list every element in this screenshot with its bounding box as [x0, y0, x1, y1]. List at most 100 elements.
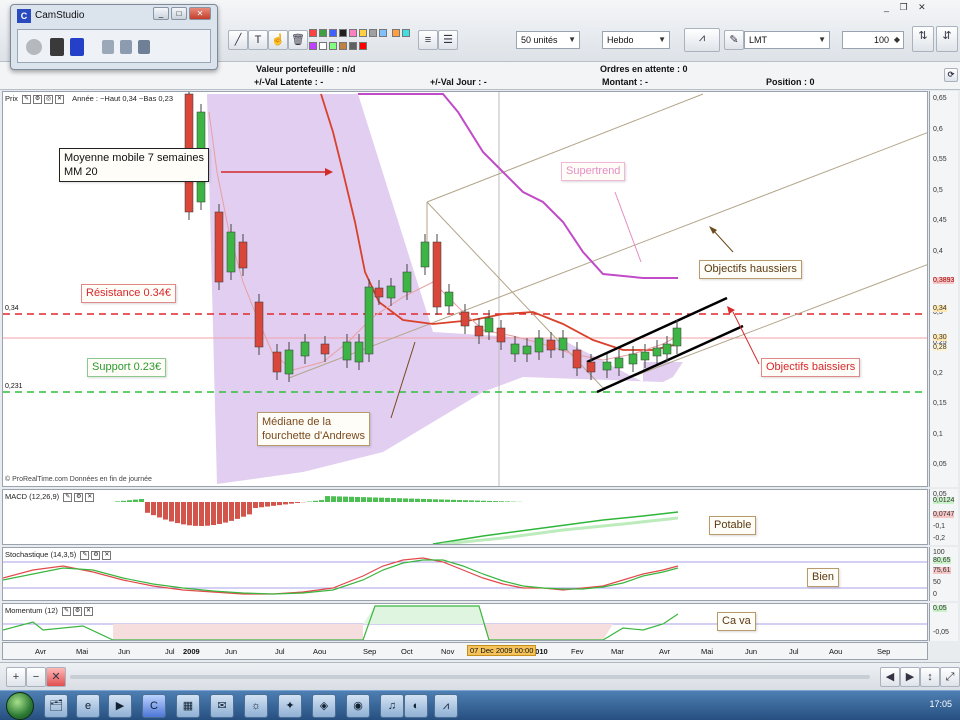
wrench-icon[interactable]: ✎: [22, 94, 32, 104]
macd-bar: [457, 500, 462, 502]
app-task-icon[interactable]: ◐: [404, 694, 428, 718]
order-tool-icon[interactable]: ✎: [724, 30, 744, 50]
macd-signal: [442, 516, 679, 544]
stop-icon[interactable]: [70, 38, 84, 56]
period-select[interactable]: Hebdo ▼: [602, 31, 670, 49]
app-task-icon[interactable]: ▦: [176, 694, 200, 718]
gear-icon[interactable]: ⚙: [74, 492, 84, 502]
momentum-panel[interactable]: Momentum (12) ✎ ⚙ ✕ Ca va: [2, 603, 928, 641]
settings-icon[interactable]: [138, 40, 150, 54]
zoom-out-icon[interactable]: −: [26, 667, 46, 687]
stoch-highlight: 75,61: [933, 567, 951, 574]
macd-scale[interactable]: 0,05 0,0124 0,0747 -0,1 -0,2: [929, 489, 958, 545]
delete-icon[interactable]: ✕: [46, 667, 66, 687]
region-icon[interactable]: [102, 40, 114, 54]
buy-order-icon[interactable]: ⇅: [912, 26, 934, 52]
text-tool-icon[interactable]: T: [248, 30, 268, 50]
macd-bar: [325, 496, 330, 502]
wrench-icon[interactable]: ✎: [63, 492, 73, 502]
chart-style-icon[interactable]: ⩘: [684, 28, 720, 52]
annotation-andrews: Médiane de la fourchette d'Andrews: [257, 412, 370, 446]
macd-bar: [313, 500, 318, 502]
time-tick: Aou: [829, 647, 843, 656]
macd-line: [432, 511, 679, 544]
ie-icon[interactable]: e: [76, 694, 100, 718]
options-icon[interactable]: [120, 40, 132, 54]
camstudio-toolbar: [17, 29, 211, 63]
autoscale-icon[interactable]: ↕: [920, 667, 940, 687]
time-axis[interactable]: Avr Mai Jun Jul 2009 Jun Jul Aou Sep Oct Nov 2010 Fe…: [2, 642, 928, 660]
app-task-icon[interactable]: ◉: [346, 694, 370, 718]
move-left-icon[interactable]: ◀: [880, 667, 900, 687]
move-right-icon[interactable]: ▶: [900, 667, 920, 687]
price-panel-header: Prix ✎ ⚙ ◎ ✕ Année : ~Haut 0,34 ~Bas 0,23: [5, 94, 173, 104]
price-tick: 0,5: [933, 186, 943, 194]
candle-body: [238, 241, 248, 269]
macd-bar: [451, 499, 456, 502]
gear-icon[interactable]: ⚙: [73, 606, 83, 616]
macd-histogram: [115, 496, 522, 526]
media-player-icon[interactable]: ▶: [108, 694, 132, 718]
app-task-icon[interactable]: ☼: [244, 694, 268, 718]
scroll-track[interactable]: [70, 675, 870, 679]
units-select[interactable]: 50 unités ▼: [516, 31, 580, 49]
system-clock[interactable]: 17:05: [929, 699, 952, 709]
pointer-icon[interactable]: ☝: [268, 30, 288, 50]
camstudio-task-icon[interactable]: C: [142, 694, 166, 718]
stoch-highlight: 80,65: [933, 557, 951, 564]
camstudio-window[interactable]: C CamStudio _ □ ✕: [10, 4, 218, 70]
candle-body: [226, 231, 236, 273]
close-icon[interactable]: ✕: [102, 550, 112, 560]
momentum-title: Momentum (12): [5, 606, 58, 615]
color-palette[interactable]: [308, 28, 416, 54]
maximize-icon[interactable]: □: [171, 7, 187, 20]
close-icon[interactable]: ✕: [189, 7, 211, 20]
macd-bar: [151, 502, 156, 516]
wrench-icon[interactable]: ✎: [62, 606, 72, 616]
momentum-scale[interactable]: 0,05 -0,05: [929, 603, 958, 641]
price-chart-panel[interactable]: Prix ✎ ⚙ ◎ ✕ Année : ~Haut 0,34 ~Bas 0,23 0…: [2, 91, 928, 487]
app-task-icon[interactable]: ◈: [312, 694, 336, 718]
explorer-icon[interactable]: 🗂: [44, 694, 68, 718]
close-icon[interactable]: ✕: [85, 492, 95, 502]
order-type-select[interactable]: LMT ▼: [744, 31, 830, 49]
trash-icon[interactable]: 🗑: [288, 30, 308, 50]
gear-icon[interactable]: ⚙: [91, 550, 101, 560]
start-button-icon[interactable]: [6, 692, 34, 720]
macd-bar: [175, 502, 180, 524]
close-icon[interactable]: ✕: [918, 2, 926, 12]
zoom-icon[interactable]: ◎: [44, 94, 54, 104]
candle-body: [510, 343, 520, 355]
gear-icon[interactable]: ⚙: [33, 94, 43, 104]
stochastic-title: Stochastique (14,3,5): [5, 550, 77, 559]
macd-bar: [163, 502, 168, 520]
app-task-icon[interactable]: ♫: [380, 694, 404, 718]
macd-bar: [235, 502, 240, 519]
close-icon[interactable]: ✕: [55, 94, 65, 104]
app-task-icon[interactable]: ✦: [278, 694, 302, 718]
line-style-icon[interactable]: ≡: [418, 30, 438, 50]
windows-taskbar: 🗂 e ▶ C ▦ ✉ ☼ ✦ ◈ ◉ ♫ ◐ ⩘ 17:05: [0, 690, 960, 720]
record-icon[interactable]: [26, 39, 42, 55]
refresh-icon[interactable]: ⟳: [944, 68, 958, 82]
prorealtime-task-icon[interactable]: ⩘: [434, 694, 458, 718]
line-width-icon[interactable]: ☰: [438, 30, 458, 50]
macd-panel[interactable]: MACD (12,26,9) ✎ ⚙ ✕ Potable: [2, 489, 928, 545]
restore-icon[interactable]: ❐: [900, 2, 908, 12]
close-icon[interactable]: ✕: [84, 606, 94, 616]
sell-order-icon[interactable]: ⇵: [936, 26, 958, 52]
fit-icon[interactable]: ⤢: [940, 667, 960, 687]
price-scale[interactable]: 0,650,60,550,50,450,40,350,30,250,20,150…: [929, 91, 958, 487]
zoom-in-icon[interactable]: +: [6, 667, 26, 687]
candle-body: [214, 211, 224, 283]
app-task-icon[interactable]: ✉: [210, 694, 234, 718]
quantity-input[interactable]: 100 ◆: [842, 31, 904, 49]
minimize-icon[interactable]: _: [884, 2, 889, 12]
draw-line-icon[interactable]: ╱: [228, 30, 248, 50]
stochastic-scale[interactable]: 100 80,65 75,61 50 0: [929, 547, 958, 601]
wrench-icon[interactable]: ✎: [80, 550, 90, 560]
stochastic-panel[interactable]: Stochastique (14,3,5) ✎ ⚙ ✕ Bien: [2, 547, 928, 601]
candle-body: [602, 361, 612, 371]
pause-icon[interactable]: [50, 38, 64, 56]
minimize-icon[interactable]: _: [153, 7, 169, 20]
